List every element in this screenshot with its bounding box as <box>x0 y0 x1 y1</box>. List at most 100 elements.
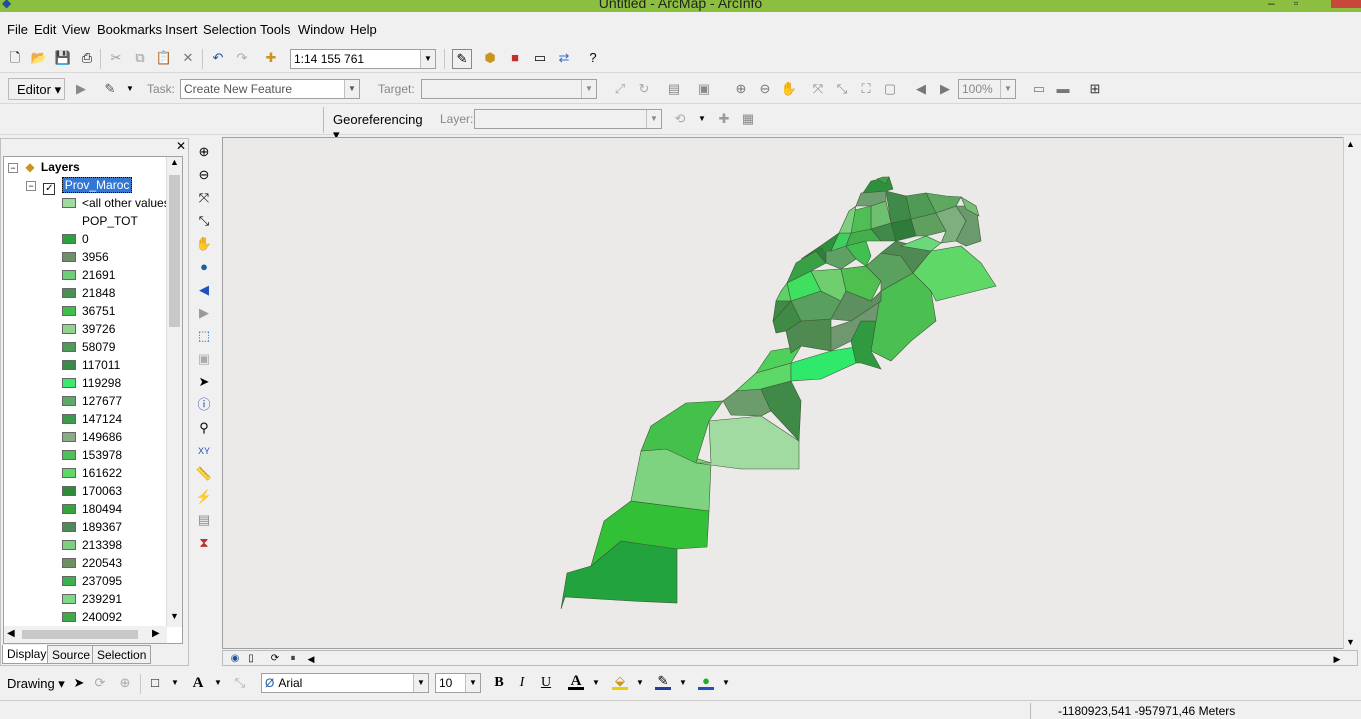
rotate-icon[interactable]: ⟳ <box>92 675 108 691</box>
cut-icon[interactable]: ✂ <box>108 50 124 66</box>
drawing-menu-button[interactable]: Drawing ▾ <box>7 676 65 692</box>
tab-selection[interactable]: Selection <box>92 645 152 664</box>
whats-this-icon[interactable]: ? <box>585 50 601 66</box>
clear-selection-icon[interactable]: ▣ <box>196 351 212 367</box>
chevron-down-icon[interactable]: ▼ <box>675 675 691 691</box>
pause-drawing-icon[interactable]: ⏸ <box>285 651 301 667</box>
region-south-east[interactable] <box>630 448 712 512</box>
scroll-thumb[interactable] <box>169 175 180 327</box>
map-scale-combo[interactable]: 1:14 155 761 ▼ <box>290 49 436 69</box>
delete-icon[interactable]: ✕ <box>180 50 196 66</box>
split-tool-icon[interactable]: ⤢ <box>612 81 628 97</box>
chevron-down-icon[interactable]: ▼ <box>210 675 226 691</box>
scroll-right-icon[interactable]: ▶ <box>1329 651 1345 667</box>
chevron-down-icon[interactable]: ▼ <box>718 675 734 691</box>
collapse-icon[interactable]: − <box>8 163 18 173</box>
chevron-down-icon[interactable]: ▼ <box>588 675 604 691</box>
go-to-xy-icon[interactable]: XY <box>196 443 212 459</box>
focus-data-frame-icon[interactable]: ▬ <box>1055 81 1071 97</box>
menu-help[interactable]: Help <box>350 22 377 37</box>
rectangle-icon[interactable]: □ <box>147 675 163 691</box>
scroll-down-icon[interactable]: ▼ <box>167 611 182 627</box>
zoom-whole-page-icon[interactable]: ⛶ <box>858 81 874 97</box>
full-extent-icon[interactable]: ● <box>196 259 212 275</box>
chevron-down-icon[interactable]: ▼ <box>344 80 359 98</box>
font-combo[interactable]: Ø Arial ▼ <box>261 673 429 693</box>
map-canvas[interactable] <box>223 138 1343 648</box>
tab-display[interactable]: Display <box>2 645 52 664</box>
layout-view-icon[interactable]: ▯ <box>243 651 259 667</box>
link-table-icon[interactable]: ▦ <box>740 111 756 127</box>
menu-bookmarks[interactable]: Bookmarks <box>97 22 162 37</box>
layout-pan-icon[interactable]: ✋ <box>781 81 797 97</box>
minimize-button[interactable]: – <box>1268 0 1275 10</box>
attributes-icon[interactable]: ▤ <box>666 81 682 97</box>
tree-row-layer[interactable]: − ✓ Prov_Maroc <box>26 176 133 195</box>
print-icon[interactable]: ⎙ <box>79 50 95 66</box>
arctoolbox-icon[interactable]: ■ <box>507 50 523 66</box>
editor-toolbar-icon[interactable]: ✎ <box>452 49 472 69</box>
chevron-down-icon[interactable]: ▼ <box>646 110 661 128</box>
chevron-down-icon[interactable]: ▼ <box>122 81 138 97</box>
select-elements-icon[interactable]: ➤ <box>71 675 87 691</box>
region-southwest[interactable] <box>560 540 678 610</box>
save-icon[interactable]: 💾 <box>55 50 71 66</box>
layer-name[interactable]: Prov_Maroc <box>61 177 133 193</box>
chevron-down-icon[interactable]: ▼ <box>1000 80 1015 98</box>
tree-row-layers[interactable]: − ◆ Layers <box>8 158 80 176</box>
open-icon[interactable]: 📂 <box>31 50 47 66</box>
measure-icon[interactable]: 📏 <box>196 466 212 482</box>
undo-icon[interactable]: ↶ <box>210 50 226 66</box>
close-icon[interactable]: ✕ <box>176 139 186 153</box>
add-data-icon[interactable]: ✚ <box>263 50 279 66</box>
go-back-icon[interactable]: ◀ <box>196 282 212 298</box>
select-elements-icon[interactable]: ➤ <box>196 374 212 390</box>
scroll-left-icon[interactable]: ◀ <box>7 628 15 639</box>
copy-icon[interactable]: ⧉ <box>132 50 148 66</box>
chevron-down-icon[interactable]: ▼ <box>420 50 435 68</box>
collapse-icon[interactable]: − <box>26 181 36 191</box>
georef-layer-combo[interactable]: ▼ <box>474 109 662 129</box>
fixed-zoom-in-icon[interactable]: ⤧ <box>196 190 212 206</box>
scroll-right-icon[interactable]: ▶ <box>152 628 160 639</box>
menu-tools[interactable]: Tools <box>260 22 290 37</box>
chevron-down-icon[interactable]: ▼ <box>413 674 428 692</box>
sketch-properties-icon[interactable]: ▣ <box>696 81 712 97</box>
sketch-tool-icon[interactable]: ✎ <box>102 81 118 97</box>
chevron-down-icon[interactable]: ▼ <box>694 111 710 127</box>
tab-source[interactable]: Source <box>47 645 96 664</box>
change-layout-icon[interactable]: ⊞ <box>1087 81 1103 97</box>
data-view-icon[interactable]: ◉ <box>227 651 243 667</box>
select-features-icon[interactable]: ⬚ <box>196 328 212 344</box>
paste-icon[interactable]: 📋 <box>156 50 172 66</box>
menu-selection[interactable]: Selection <box>203 22 256 37</box>
chevron-down-icon[interactable]: ▼ <box>167 675 183 691</box>
georeferencing-menu-button[interactable]: Georeferencing ▾ <box>328 109 430 142</box>
identify-icon[interactable]: ⓘ <box>196 397 212 413</box>
marker-color-icon[interactable]: ● <box>698 673 714 690</box>
editor-menu-button[interactable]: Editor ▾ <box>8 78 65 100</box>
italic-button[interactable]: I <box>514 675 530 691</box>
scroll-thumb[interactable] <box>22 630 138 639</box>
scroll-up-icon[interactable]: ▲ <box>167 157 182 173</box>
toggle-draft-mode-icon[interactable]: ▭ <box>1031 81 1047 97</box>
hyperlink-icon[interactable]: ⚡ <box>196 489 212 505</box>
rotate-icon[interactable]: ⟲ <box>672 111 688 127</box>
task-combo[interactable]: Create New Feature ▼ <box>180 79 360 99</box>
go-forward-extent-icon[interactable]: ▶ <box>937 81 953 97</box>
chevron-down-icon[interactable]: ▼ <box>581 80 596 98</box>
command-line-icon[interactable]: ▭ <box>532 50 548 66</box>
target-combo[interactable]: ▼ <box>421 79 597 99</box>
go-back-extent-icon[interactable]: ◀ <box>913 81 929 97</box>
vertical-scrollbar[interactable]: ▲ ▼ <box>166 157 182 627</box>
chevron-down-icon[interactable]: ▼ <box>632 675 648 691</box>
close-button[interactable] <box>1331 0 1361 8</box>
line-color-icon[interactable]: ✎ <box>655 673 671 690</box>
find-icon[interactable]: ⚲ <box>196 420 212 436</box>
edit-vertices-icon[interactable]: ⤡ <box>232 675 248 691</box>
pan-icon[interactable]: ✋ <box>196 236 212 252</box>
bold-button[interactable]: B <box>491 675 507 691</box>
menu-edit[interactable]: Edit <box>34 22 56 37</box>
catalog-icon[interactable]: ⬢ <box>482 50 498 66</box>
refresh-icon[interactable]: ⟳ <box>267 651 283 667</box>
